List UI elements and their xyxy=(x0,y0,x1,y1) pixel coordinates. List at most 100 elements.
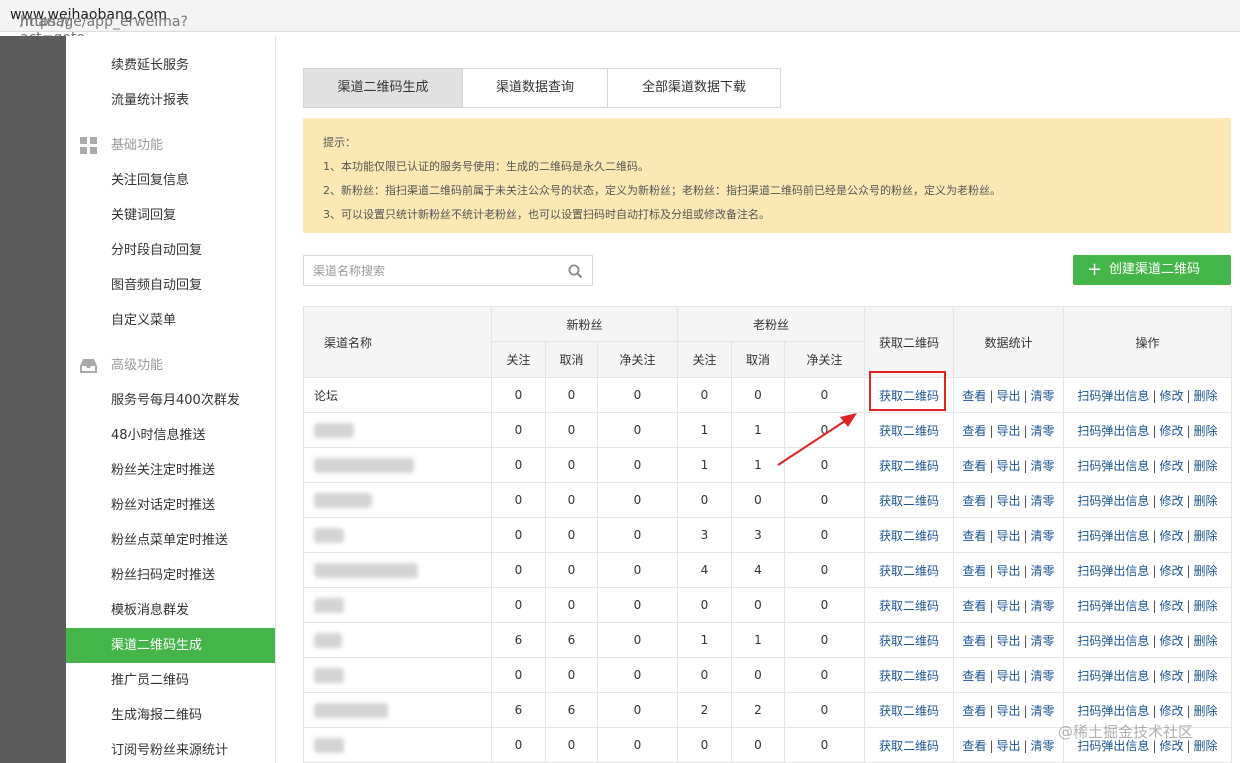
scan-info-link[interactable]: 扫码弹出信息 xyxy=(1077,564,1149,578)
view-link[interactable]: 查看 xyxy=(962,564,986,578)
edit-link[interactable]: 修改 xyxy=(1159,424,1183,438)
export-link[interactable]: 导出 xyxy=(996,634,1020,648)
sidebar-item-menu-push[interactable]: 粉丝点菜单定时推送 xyxy=(66,523,275,558)
sidebar-item-follow-push[interactable]: 粉丝关注定时推送 xyxy=(66,453,275,488)
edit-link[interactable]: 修改 xyxy=(1159,634,1183,648)
get-qr-link[interactable]: 获取二维码 xyxy=(879,459,939,473)
edit-link[interactable]: 修改 xyxy=(1159,389,1183,403)
edit-link[interactable]: 修改 xyxy=(1159,494,1183,508)
edit-link[interactable]: 修改 xyxy=(1159,529,1183,543)
get-qr-link[interactable]: 获取二维码 xyxy=(879,564,939,578)
scan-info-link[interactable]: 扫码弹出信息 xyxy=(1077,459,1149,473)
delete-link[interactable]: 删除 xyxy=(1194,564,1218,578)
clear-link[interactable]: 清零 xyxy=(1031,669,1055,683)
delete-link[interactable]: 删除 xyxy=(1194,599,1218,613)
clear-link[interactable]: 清零 xyxy=(1031,389,1055,403)
scan-info-link[interactable]: 扫码弹出信息 xyxy=(1077,389,1149,403)
sidebar-item-poster-qr[interactable]: 生成海报二维码 xyxy=(66,698,275,733)
delete-link[interactable]: 删除 xyxy=(1194,424,1218,438)
clear-link[interactable]: 清零 xyxy=(1031,424,1055,438)
sidebar-item-timed-reply[interactable]: 分时段自动回复 xyxy=(66,233,275,268)
export-link[interactable]: 导出 xyxy=(996,389,1020,403)
export-link[interactable]: 导出 xyxy=(996,494,1020,508)
view-link[interactable]: 查看 xyxy=(962,704,986,718)
delete-link[interactable]: 删除 xyxy=(1194,389,1218,403)
get-qr-link[interactable]: 获取二维码 xyxy=(879,669,939,683)
sidebar-item-template-broadcast[interactable]: 模板消息群发 xyxy=(66,593,275,628)
scan-info-link[interactable]: 扫码弹出信息 xyxy=(1077,669,1149,683)
scan-info-link[interactable]: 扫码弹出信息 xyxy=(1077,424,1149,438)
delete-link[interactable]: 删除 xyxy=(1194,634,1218,648)
edit-link[interactable]: 修改 xyxy=(1159,564,1183,578)
get-qr-link[interactable]: 获取二维码 xyxy=(879,634,939,648)
scan-info-link[interactable]: 扫码弹出信息 xyxy=(1077,634,1149,648)
get-qr-link[interactable]: 获取二维码 xyxy=(879,424,939,438)
sidebar-item-monthly-broadcast[interactable]: 服务号每月400次群发 xyxy=(66,383,275,418)
edit-link[interactable]: 修改 xyxy=(1159,459,1183,473)
sidebar-item-channel-qr[interactable]: 渠道二维码生成 xyxy=(66,628,275,663)
view-link[interactable]: 查看 xyxy=(962,739,986,753)
clear-link[interactable]: 清零 xyxy=(1031,459,1055,473)
view-link[interactable]: 查看 xyxy=(962,599,986,613)
export-link[interactable]: 导出 xyxy=(996,704,1020,718)
export-link[interactable]: 导出 xyxy=(996,739,1020,753)
search-icon[interactable] xyxy=(568,264,583,279)
scan-info-link[interactable]: 扫码弹出信息 xyxy=(1077,494,1149,508)
sidebar-item-chat-push[interactable]: 粉丝对话定时推送 xyxy=(66,488,275,523)
export-link[interactable]: 导出 xyxy=(996,564,1020,578)
address-bar[interactable]: https://www.weihaobang.com/manage/app_er… xyxy=(0,0,1240,46)
clear-link[interactable]: 清零 xyxy=(1031,599,1055,613)
get-qr-link[interactable]: 获取二维码 xyxy=(879,739,939,753)
sidebar-item-subscriber-source[interactable]: 订阅号粉丝来源统计 xyxy=(66,733,275,763)
get-qr-link[interactable]: 获取二维码 xyxy=(879,494,939,508)
tab-download-all[interactable]: 全部渠道数据下载 xyxy=(608,69,780,107)
get-qr-link[interactable]: 获取二维码 xyxy=(879,599,939,613)
export-link[interactable]: 导出 xyxy=(996,599,1020,613)
delete-link[interactable]: 删除 xyxy=(1194,704,1218,718)
view-link[interactable]: 查看 xyxy=(962,634,986,648)
clear-link[interactable]: 清零 xyxy=(1031,634,1055,648)
scan-info-link[interactable]: 扫码弹出信息 xyxy=(1077,704,1149,718)
edit-link[interactable]: 修改 xyxy=(1159,599,1183,613)
view-link[interactable]: 查看 xyxy=(962,389,986,403)
delete-link[interactable]: 删除 xyxy=(1194,459,1218,473)
delete-link[interactable]: 删除 xyxy=(1194,494,1218,508)
get-qr-link[interactable]: 获取二维码 xyxy=(879,529,939,543)
clear-link[interactable]: 清零 xyxy=(1031,529,1055,543)
get-qr-link[interactable]: 获取二维码 xyxy=(879,704,939,718)
view-link[interactable]: 查看 xyxy=(962,459,986,473)
create-channel-qr-button[interactable]: + 创建渠道二维码 xyxy=(1073,255,1231,285)
delete-link[interactable]: 删除 xyxy=(1194,739,1218,753)
sidebar-item-renewal[interactable]: 续费延长服务 xyxy=(66,48,275,83)
sidebar-item-follow-reply[interactable]: 关注回复信息 xyxy=(66,163,275,198)
search-input[interactable] xyxy=(304,256,554,285)
sidebar-item-custom-menu[interactable]: 自定义菜单 xyxy=(66,303,275,338)
clear-link[interactable]: 清零 xyxy=(1031,494,1055,508)
tab-channel-data[interactable]: 渠道数据查询 xyxy=(463,69,608,107)
clear-link[interactable]: 清零 xyxy=(1031,704,1055,718)
sidebar-item-promoter-qr[interactable]: 推广员二维码 xyxy=(66,663,275,698)
export-link[interactable]: 导出 xyxy=(996,459,1020,473)
view-link[interactable]: 查看 xyxy=(962,529,986,543)
address-url[interactable]: https://www.weihaobang.com/manage/app_er… xyxy=(10,7,188,46)
sidebar-item-48h-push[interactable]: 48小时信息推送 xyxy=(66,418,275,453)
view-link[interactable]: 查看 xyxy=(962,424,986,438)
sidebar-item-scan-push[interactable]: 粉丝扫码定时推送 xyxy=(66,558,275,593)
view-link[interactable]: 查看 xyxy=(962,494,986,508)
export-link[interactable]: 导出 xyxy=(996,529,1020,543)
delete-link[interactable]: 删除 xyxy=(1194,669,1218,683)
sidebar-item-media-reply[interactable]: 图音频自动回复 xyxy=(66,268,275,303)
clear-link[interactable]: 清零 xyxy=(1031,739,1055,753)
export-link[interactable]: 导出 xyxy=(996,424,1020,438)
tab-channel-qr[interactable]: 渠道二维码生成 xyxy=(304,69,463,107)
edit-link[interactable]: 修改 xyxy=(1159,669,1183,683)
sidebar-item-traffic-report[interactable]: 流量统计报表 xyxy=(66,83,275,118)
scan-info-link[interactable]: 扫码弹出信息 xyxy=(1077,529,1149,543)
delete-link[interactable]: 删除 xyxy=(1194,529,1218,543)
sidebar-item-keyword-reply[interactable]: 关键词回复 xyxy=(66,198,275,233)
edit-link[interactable]: 修改 xyxy=(1159,704,1183,718)
export-link[interactable]: 导出 xyxy=(996,669,1020,683)
scan-info-link[interactable]: 扫码弹出信息 xyxy=(1077,599,1149,613)
clear-link[interactable]: 清零 xyxy=(1031,564,1055,578)
view-link[interactable]: 查看 xyxy=(962,669,986,683)
